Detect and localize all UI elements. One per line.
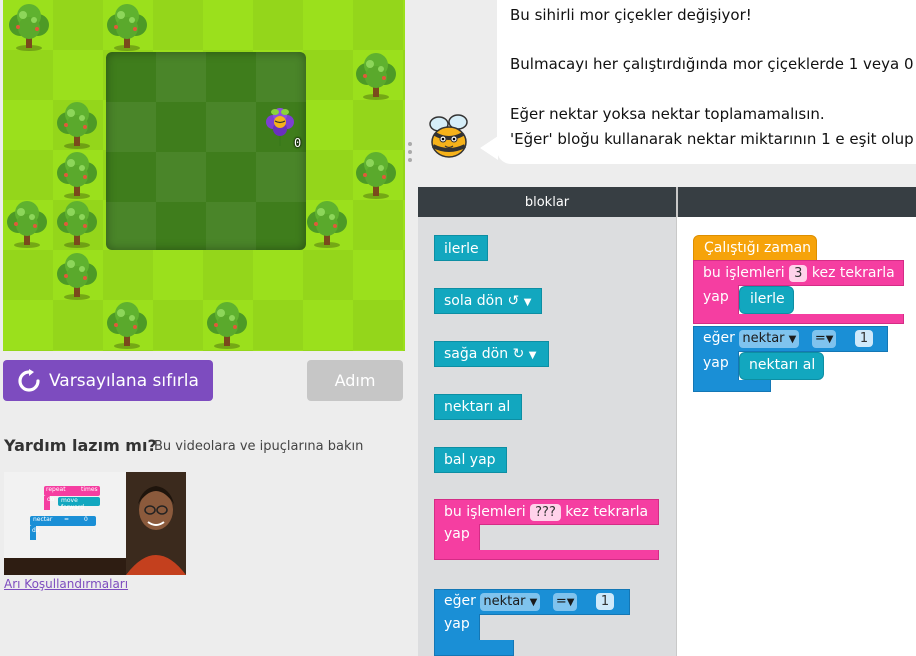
block-move-forward[interactable]: ilerle (739, 286, 794, 314)
tree-icon (9, 4, 49, 51)
toolbox: ilerle sola dön ↺ ▼ sağa dön ↻ ▼ nektarı… (418, 217, 676, 656)
tree-icon (7, 201, 47, 248)
tree-icon (57, 152, 97, 199)
workspace: Çalıştığı zaman bu işlemleri 3 kez tekra… (677, 217, 916, 656)
tree-icon (57, 253, 97, 300)
dropdown-arrow-icon[interactable]: ▼ (524, 297, 532, 308)
if-value-field[interactable]: 1 (595, 593, 615, 610)
tree-icon (356, 53, 396, 100)
help-title: Yardım lazım mı? (4, 436, 157, 455)
instruction-line: Bulmacayı her çalıştırdığında mor çiçekl… (510, 55, 914, 73)
workspace-header (678, 187, 916, 217)
block-if[interactable]: eğer nektar ▼ =▼ 1 (693, 326, 888, 352)
if-value-field[interactable]: 1 (854, 330, 874, 347)
step-button-label: Adım (334, 371, 376, 390)
if-subject-dropdown[interactable]: nektar ▼ (480, 593, 541, 611)
video-repeat-block: repeat times (44, 486, 100, 496)
dropdown-arrow-icon: ▼ (788, 334, 797, 345)
instruction-line: 'Eğer' bloğu kullanarak nektar miktarını… (510, 130, 916, 148)
reset-icon (18, 368, 40, 392)
block-turn-left[interactable]: sola dön ↺ ▼ (434, 288, 542, 314)
maze-path (106, 52, 306, 250)
toolbox-header: bloklar (418, 187, 676, 217)
drag-handle-icon[interactable] (407, 140, 413, 164)
video-code-panel: repeat times do move forward nectar = 0 … (4, 472, 134, 558)
block-if[interactable]: eğer nektar ▼ =▼ 1 (434, 589, 630, 615)
maze-area: 0 (3, 0, 405, 351)
reset-button-label: Varsayılana sıfırla (49, 370, 199, 391)
toolbox-title: bloklar (524, 194, 570, 210)
block-move-forward[interactable]: ilerle (434, 235, 488, 261)
reset-button[interactable]: Varsayılana sıfırla (3, 360, 213, 401)
tree-icon (57, 102, 97, 149)
dropdown-arrow-icon: ▼ (529, 597, 538, 608)
block-when-run[interactable]: Çalıştığı zaman (693, 235, 817, 261)
help-subtitle: Bu videolara ve ipuçlarına bakın (154, 439, 364, 454)
step-button[interactable]: Adım (307, 360, 403, 401)
bee-avatar-icon (429, 114, 468, 158)
nectar-count-label: 0 (294, 136, 302, 150)
tree-icon (107, 4, 147, 51)
block-repeat[interactable]: bu işlemleri 3 kez tekrarla (693, 260, 904, 286)
if-operator-dropdown[interactable]: =▼ (552, 593, 578, 611)
instruction-line: Bu sihirli mor çiçekler değişiyor! (510, 6, 752, 24)
block-make-honey[interactable]: bal yap (434, 447, 507, 473)
tree-icon (57, 201, 97, 248)
block-get-nectar[interactable]: nektarı al (434, 394, 522, 420)
block-turn-right[interactable]: sağa dön ↻ ▼ (434, 341, 549, 367)
video-if-block: nectar = 0 (30, 516, 96, 526)
dropdown-arrow-icon: ▼ (566, 597, 575, 608)
video-link[interactable]: Arı Koşullandırmaları (4, 577, 128, 591)
dropdown-arrow-icon: ▼ (825, 334, 834, 345)
video-thumbnail[interactable]: repeat times do move forward nectar = 0 … (4, 472, 186, 575)
tree-icon (356, 152, 396, 199)
instructions-bubble: Bu sihirli mor çiçekler değişiyor! Bulma… (497, 0, 916, 164)
presenter-photo (126, 472, 186, 575)
block-repeat[interactable]: bu işlemleri ??? kez tekrarla (434, 499, 659, 525)
repeat-count-field[interactable]: ??? (530, 504, 561, 521)
tree-icon (307, 201, 347, 248)
repeat-count-field[interactable]: 3 (789, 265, 808, 282)
tree-icon (207, 302, 247, 349)
video-move-block: move forward (58, 497, 100, 511)
tree-icon (107, 302, 147, 349)
dropdown-arrow-icon[interactable]: ▼ (529, 350, 537, 361)
purple-flower-icon (266, 108, 294, 146)
if-subject-dropdown[interactable]: nektar ▼ (739, 330, 800, 348)
block-get-nectar[interactable]: nektarı al (739, 352, 824, 380)
if-operator-dropdown[interactable]: =▼ (811, 330, 837, 348)
instruction-line: Eğer nektar yoksa nektar toplamamalısın. (510, 105, 825, 123)
